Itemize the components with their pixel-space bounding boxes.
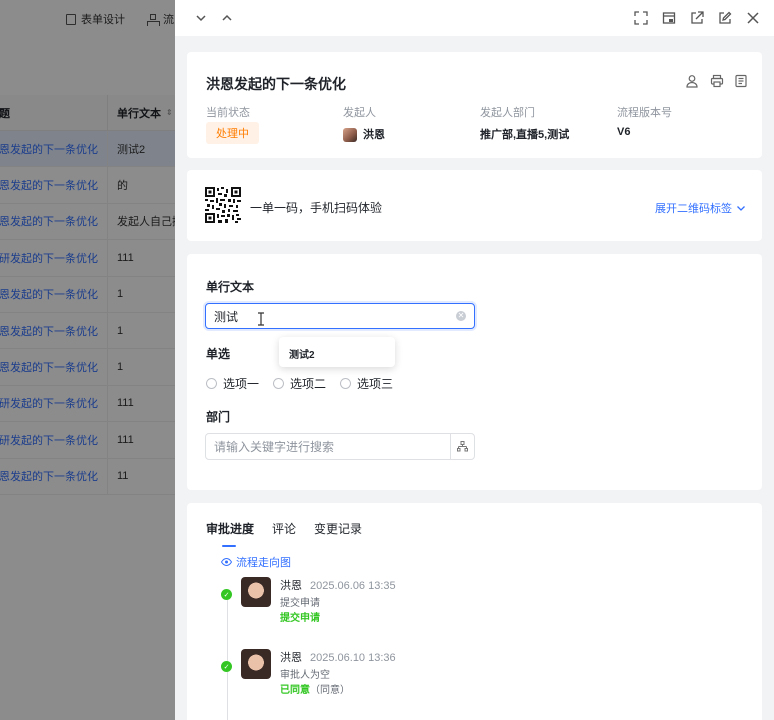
initiator-label: 发起人: [343, 107, 376, 119]
edit-icon[interactable]: [718, 11, 732, 25]
tab-approval-progress[interactable]: 审批进度: [206, 520, 254, 547]
radio-option-2[interactable]: 选项二: [273, 375, 326, 392]
qr-code-icon: [205, 187, 241, 223]
version-value: V6: [617, 126, 631, 138]
version-label: 流程版本号: [617, 107, 672, 119]
chevron-down-icon: [737, 206, 745, 211]
expand-qr-label: 展开二维码标签: [655, 203, 732, 215]
radio-option-3[interactable]: 选项三: [340, 375, 393, 392]
detail-drawer: 洪恩发起的下一条优化 当前状态 发起人 发起人部门 流程版本号 处理中 洪恩 推…: [175, 0, 774, 720]
page-title: 洪恩发起的下一条优化: [206, 76, 346, 92]
qr-card: 一单一码，手机扫码体验 展开二维码标签: [187, 170, 762, 241]
radio-circle-icon[interactable]: [273, 378, 285, 389]
dept-placeholder: 请输入关键字进行搜索: [214, 440, 335, 454]
flow-diagram-link[interactable]: 流程走向图: [221, 554, 291, 570]
record-result: 已同意（同意）: [280, 685, 350, 696]
dept-search-input[interactable]: 请输入关键字进行搜索: [205, 433, 475, 460]
text-field-label: 单行文本: [206, 280, 255, 294]
approval-card: 审批进度 评论 变更记录 流程走向图 ✓ 洪恩 2025.06.06 13:35 …: [187, 503, 762, 720]
tab-comments[interactable]: 评论: [272, 520, 296, 537]
flow-link-label: 流程走向图: [236, 557, 291, 569]
open-external-icon[interactable]: [690, 11, 704, 25]
close-icon[interactable]: [746, 11, 760, 25]
approval-tabs: 审批进度 评论 变更记录: [206, 520, 362, 547]
text-input-value: 测试: [214, 309, 239, 324]
radio-option-1[interactable]: 选项一: [206, 375, 259, 392]
record-name: 洪恩 2025.06.06 13:35: [280, 580, 396, 592]
text-cursor-icon: [258, 312, 264, 326]
dept-field-label: 部门: [206, 410, 231, 424]
avatar: [241, 649, 271, 679]
user-icon[interactable]: [686, 74, 700, 88]
process-info-card: 洪恩发起的下一条优化 当前状态 发起人 发起人部门 流程版本号 处理中 洪恩 推…: [187, 52, 762, 158]
avatar: [241, 577, 271, 607]
chevron-down-icon[interactable]: [195, 12, 207, 24]
fullscreen-icon[interactable]: [634, 11, 648, 25]
record-name: 洪恩 2025.06.10 13:36: [280, 652, 396, 664]
record-desc: 提交申请: [280, 598, 320, 609]
modal-overlay[interactable]: [0, 0, 175, 720]
radio-field-label: 单选: [206, 347, 231, 361]
tab-change-log[interactable]: 变更记录: [314, 520, 362, 537]
record-time: 2025.06.06 13:35: [310, 580, 396, 592]
avatar: [343, 128, 357, 143]
record-desc: 审批人为空: [280, 670, 330, 681]
window-icon[interactable]: [662, 11, 676, 25]
expand-qr-button[interactable]: 展开二维码标签: [655, 200, 746, 216]
initiator-value: 洪恩: [343, 126, 385, 143]
drawer-topbar: [175, 0, 774, 36]
check-icon: ✓: [221, 589, 232, 600]
record-result: 提交申请: [280, 613, 320, 624]
print-icon[interactable]: [710, 74, 724, 88]
text-input[interactable]: 测试 ✕: [205, 303, 475, 329]
dept-value: 推广部,直播5,测试: [480, 129, 570, 141]
org-tree-icon[interactable]: [450, 434, 474, 459]
radio-circle-icon[interactable]: [206, 378, 217, 389]
document-icon[interactable]: [734, 74, 748, 88]
eye-icon: [221, 558, 232, 566]
timeline-line: [227, 596, 228, 720]
autocomplete-option[interactable]: 测试2: [279, 337, 395, 367]
radio-circle-icon[interactable]: [340, 378, 352, 389]
qr-description: 一单一码，手机扫码体验: [250, 201, 383, 215]
clear-icon[interactable]: ✕: [456, 311, 466, 321]
check-icon: ✓: [221, 661, 232, 672]
radio-group: 选项一 选项二 选项三: [206, 375, 393, 392]
status-label: 当前状态: [206, 107, 250, 119]
record-time: 2025.06.10 13:36: [310, 652, 396, 664]
dept-label: 发起人部门: [480, 107, 535, 119]
chevron-up-icon[interactable]: [221, 12, 233, 24]
form-card: 单行文本 测试 ✕ 测试2 单选 选项一 选项二 选项三 部门 请输入关键字进行…: [187, 254, 762, 490]
status-badge: 处理中: [206, 122, 259, 144]
